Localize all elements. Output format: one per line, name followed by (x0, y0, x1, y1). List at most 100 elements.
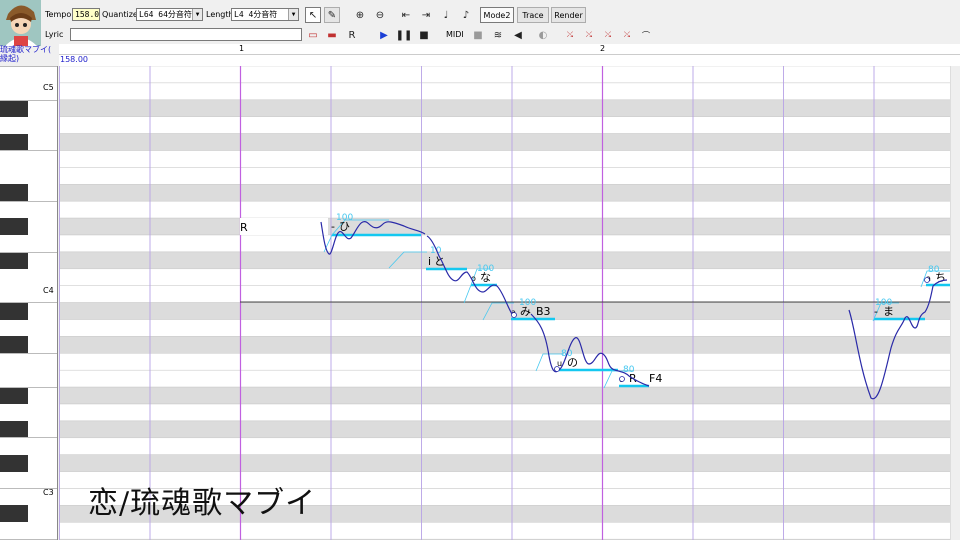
lyric-input[interactable] (70, 28, 302, 41)
pitch-tool-5-icon[interactable]: ⌒ (638, 27, 654, 43)
headphone-icon[interactable]: ◐ (535, 27, 551, 43)
piano-roll[interactable]: R 100 10 100 100 80 80 100 80 - ひ i と o … (59, 66, 960, 540)
note-split-icon[interactable]: ♩ (438, 7, 454, 23)
octave-label: C4 (43, 286, 54, 295)
song-title-line-1: 琉魂歌マブイ( (0, 45, 52, 54)
pitch-row (59, 353, 960, 371)
pitch-row (59, 66, 960, 84)
note-prefix: i (428, 255, 431, 268)
white-key-divider (0, 201, 57, 202)
pitch-point[interactable] (924, 277, 930, 283)
zoom-in-icon[interactable]: ⊕ (352, 7, 368, 23)
measure-number: 2 (600, 44, 606, 53)
rest-note[interactable] (240, 218, 328, 235)
pause-icon[interactable]: ❚❚ (396, 27, 413, 43)
pointer-icon[interactable]: ↖ (305, 7, 321, 23)
tempo-input[interactable]: 158.0 (72, 8, 100, 21)
pitch-row (59, 251, 960, 270)
go-end-icon[interactable]: ⇥ (418, 7, 434, 23)
midi-record-icon[interactable]: ■ (470, 27, 486, 43)
white-key-divider (0, 252, 57, 253)
chevron-down-icon: ▼ (192, 9, 202, 20)
pencil-icon[interactable]: ✎ (324, 7, 340, 23)
white-key-divider (0, 66, 57, 67)
piano-roll-canvas[interactable]: R 100 10 100 100 80 80 100 80 - ひ i と o … (59, 66, 960, 540)
note-lyric: ひ (339, 220, 350, 233)
pitch-row (59, 167, 960, 185)
quantize-value: L64 64分音符 (139, 10, 192, 19)
octave-label: C3 (43, 488, 54, 497)
length-label: Length (206, 10, 234, 19)
length-select[interactable]: L4 4分音符 ▼ (231, 8, 299, 21)
pitch-tool-3-icon[interactable]: ⤯ (600, 27, 616, 43)
black-key[interactable] (0, 302, 28, 320)
pitch-tool-4-icon[interactable]: ⤯ (619, 27, 635, 43)
midi-settings-icon[interactable]: ≋ (490, 27, 506, 43)
song-title: 琉魂歌マブイ( 縁起) (0, 45, 51, 63)
stop-icon[interactable]: ■ (416, 27, 432, 43)
black-key[interactable] (0, 251, 28, 269)
black-key[interactable] (0, 133, 28, 151)
note-lyric: ち (935, 271, 946, 284)
pitch-row (59, 99, 960, 117)
tempo-strip[interactable]: 158.00 (59, 55, 960, 66)
utau-editor-window: Tempo 158.0 Quantize L64 64分音符 ▼ Length … (0, 0, 960, 540)
play-icon[interactable]: ▶ (376, 27, 392, 43)
pitch-row (59, 184, 960, 202)
note-lyric: み (520, 305, 531, 318)
black-key[interactable] (0, 218, 28, 236)
pitch-row (59, 285, 960, 303)
pitch-point[interactable] (511, 312, 517, 318)
voicebank-avatar[interactable] (0, 0, 41, 46)
note-join-icon[interactable]: ♪ (458, 7, 474, 23)
pitch-row (59, 82, 960, 101)
erase-icon[interactable]: ▭ (305, 27, 321, 43)
pitch-row (59, 403, 960, 422)
white-key-divider (0, 302, 57, 303)
pitch-row (59, 319, 960, 337)
pitch-row (59, 217, 960, 236)
black-key[interactable] (0, 420, 28, 438)
note-lyric: R (240, 221, 248, 234)
pitch-row (59, 437, 960, 455)
trace-button[interactable]: Trace (517, 7, 549, 23)
speaker-icon[interactable]: ◀ (510, 27, 526, 43)
rest-tool-icon[interactable]: R (344, 27, 360, 43)
pitch-point[interactable] (619, 376, 625, 382)
tempo-label: Tempo (45, 10, 72, 19)
length-value: L4 4分音符 (234, 10, 278, 19)
pitch-row (59, 420, 960, 439)
white-key-divider (0, 353, 57, 354)
pitch-row (59, 133, 960, 151)
pitch-row (59, 150, 960, 168)
pitch-row (59, 522, 960, 540)
octave-label: C5 (43, 83, 54, 92)
quantize-label: Quantize (102, 10, 138, 19)
tempo-marker: 158.00 (60, 55, 88, 64)
mode2-button[interactable]: Mode2 (480, 7, 514, 23)
piano-keyboard[interactable]: C5 C4 C3 (0, 66, 58, 540)
black-key[interactable] (0, 387, 28, 405)
note-lyric: の (567, 356, 578, 369)
pitch-row (59, 386, 960, 405)
note-lyric: な (480, 271, 491, 284)
black-key[interactable] (0, 505, 28, 523)
lyric-tool-icon[interactable]: ▬ (324, 27, 340, 43)
black-key[interactable] (0, 99, 28, 117)
black-key[interactable] (0, 336, 28, 354)
white-key-divider (0, 437, 57, 438)
go-start-icon[interactable]: ⇤ (398, 7, 414, 23)
pitch-point[interactable] (554, 366, 560, 372)
note-prefix: - (874, 305, 878, 318)
black-key[interactable] (0, 184, 28, 202)
pitch-tool-1-icon[interactable]: ⤯ (562, 27, 578, 43)
white-key-divider (0, 150, 57, 151)
render-button[interactable]: Render (551, 7, 586, 23)
black-key[interactable] (0, 454, 28, 472)
pitch-tool-2-icon[interactable]: ⤯ (581, 27, 597, 43)
pitch-row (59, 234, 960, 253)
vertical-scrollbar[interactable] (950, 66, 960, 540)
quantize-select[interactable]: L64 64分音符 ▼ (136, 8, 203, 21)
zoom-out-icon[interactable]: ⊖ (372, 7, 388, 23)
measure-ruler[interactable]: 1 2 (59, 44, 960, 55)
